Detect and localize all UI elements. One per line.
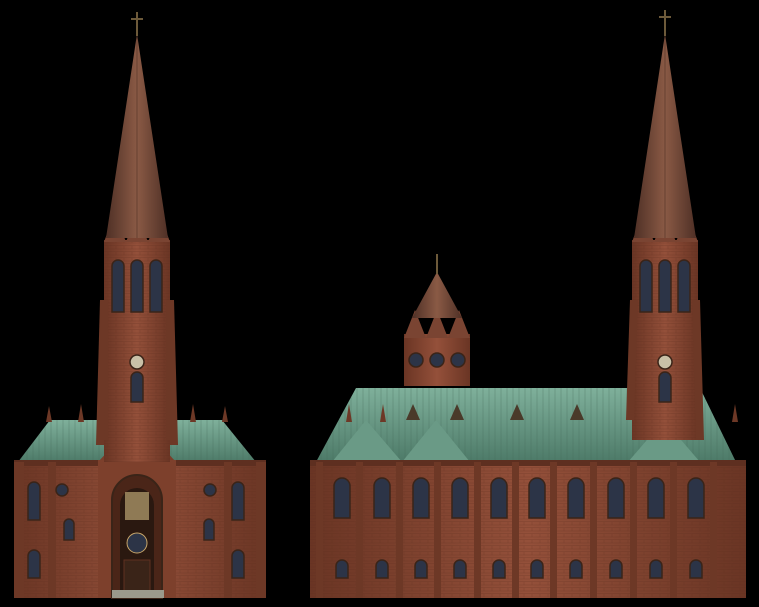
church-side-elevation bbox=[310, 10, 746, 598]
side-window-upper bbox=[451, 477, 469, 519]
front-window bbox=[27, 481, 41, 521]
front-spire-cross bbox=[131, 12, 143, 36]
side-window-lower bbox=[649, 559, 663, 579]
side-buttress bbox=[396, 462, 403, 598]
side-window-lower bbox=[335, 559, 349, 579]
side-tower-clock bbox=[657, 354, 673, 370]
side-window-lower bbox=[530, 559, 544, 579]
side-buttress bbox=[316, 462, 323, 598]
side-spire-cross bbox=[659, 10, 671, 36]
side-window-upper bbox=[647, 477, 665, 519]
front-window bbox=[231, 549, 245, 579]
side-buttress bbox=[474, 462, 481, 598]
side-buttress bbox=[356, 462, 363, 598]
side-window-upper bbox=[490, 477, 508, 519]
side-buttress bbox=[670, 462, 677, 598]
side-window-upper bbox=[607, 477, 625, 519]
image-canvas bbox=[0, 0, 759, 607]
church-front-elevation bbox=[14, 12, 266, 599]
side-window-lower bbox=[609, 559, 623, 579]
side-window-upper bbox=[412, 477, 430, 519]
side-window-lower bbox=[453, 559, 467, 579]
side-buttress bbox=[512, 462, 519, 598]
side-window-lower bbox=[492, 559, 506, 579]
front-window bbox=[63, 518, 75, 541]
portal-statue-niche bbox=[125, 492, 149, 520]
side-buttress bbox=[590, 462, 597, 598]
lantern-dome bbox=[412, 272, 462, 318]
side-window-upper bbox=[687, 477, 705, 519]
side-window-lower bbox=[414, 559, 428, 579]
front-window bbox=[231, 481, 245, 521]
front-window bbox=[203, 518, 215, 541]
side-buttress bbox=[434, 462, 441, 598]
side-buttress bbox=[630, 462, 637, 598]
side-window-lower bbox=[375, 559, 389, 579]
front-tower-clock bbox=[129, 354, 145, 370]
side-window-upper bbox=[567, 477, 585, 519]
church-elevations-illustration bbox=[14, 10, 746, 599]
side-window-upper bbox=[333, 477, 351, 519]
side-window-upper bbox=[528, 477, 546, 519]
side-buttress bbox=[550, 462, 557, 598]
side-window-lower bbox=[689, 559, 703, 579]
front-window bbox=[27, 549, 41, 579]
side-window-lower bbox=[569, 559, 583, 579]
side-window-upper bbox=[373, 477, 391, 519]
side-buttress bbox=[710, 462, 717, 598]
